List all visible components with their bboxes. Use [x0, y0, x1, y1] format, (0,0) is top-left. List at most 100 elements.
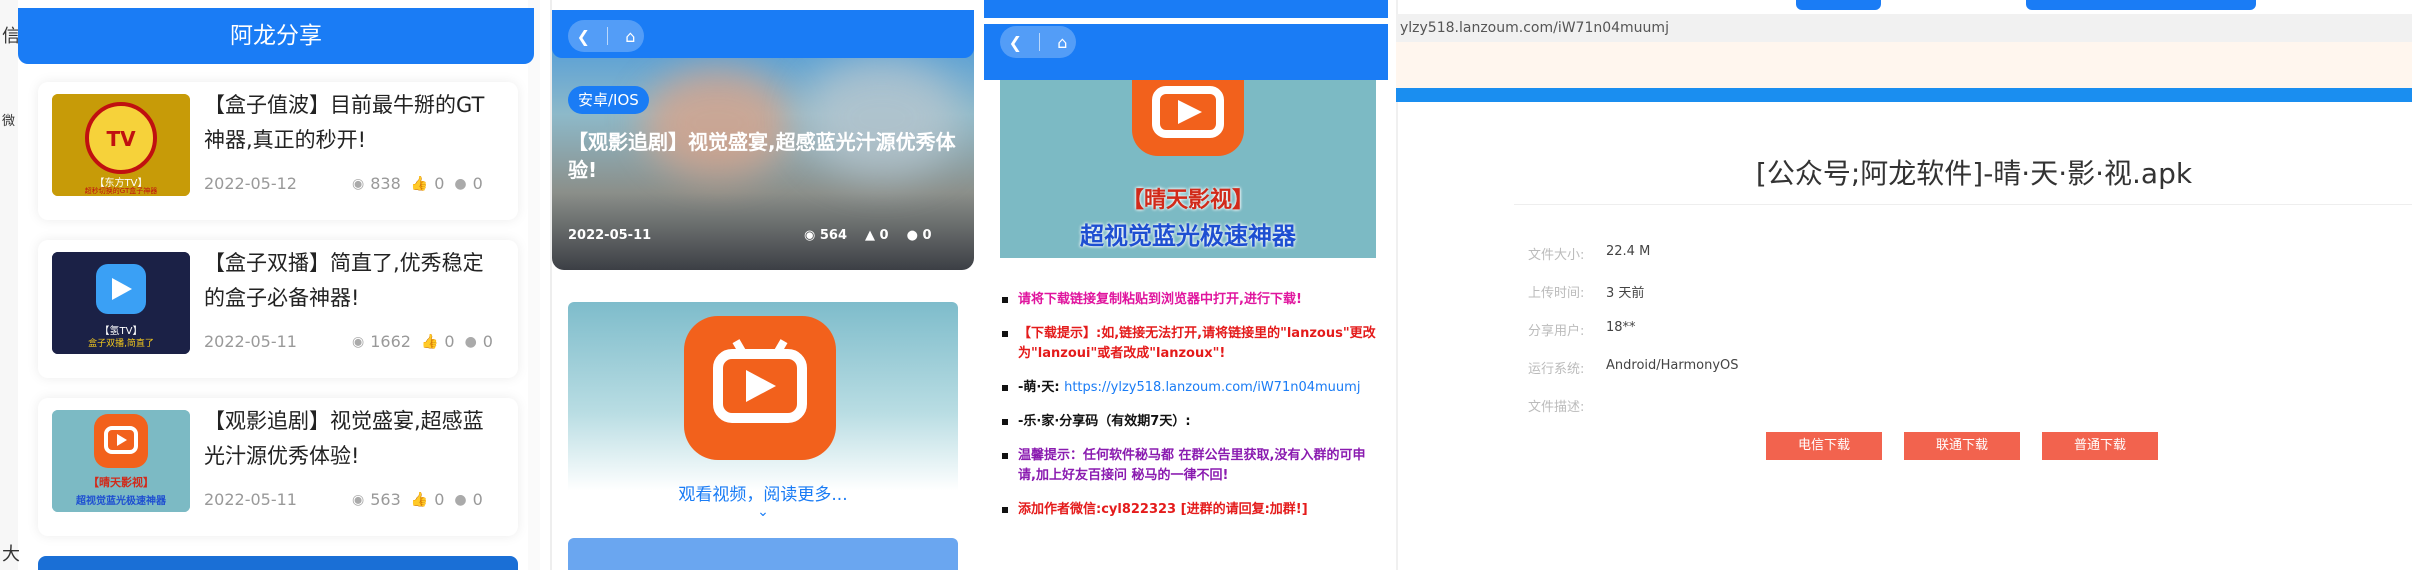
video-preview-box[interactable]: 观看视频，阅读更多... ⌄ [568, 302, 958, 524]
page-header-title: 阿龙分享 [18, 8, 534, 64]
article-date: 2022-05-11 [204, 332, 297, 351]
thumbs-up-icon[interactable]: 👍 [411, 492, 428, 508]
telecom-download-button[interactable]: 电信下载 [1766, 432, 1882, 460]
list-item: 请将下载链接复制粘贴到浏览器中打开,进行下载! [1000, 290, 1380, 310]
thumb-label: 【晴天影视】 [88, 476, 154, 489]
download-link[interactable]: https://ylzy518.lanzoum.com/iW71n04muumj [1064, 380, 1360, 395]
article-detail-panel: 安卓/IOS 【观影追剧】视觉盛宴,超感蓝光汁源优秀体验! 2022-05-11… [550, 0, 978, 570]
article-card[interactable]: TV 【东方TV】 超秒切换的GT盒子神器 【盒子值波】目前最牛掰的GT神器,真… [38, 82, 518, 220]
thumb-sublabel: 超视觉蓝光极速神器 [76, 496, 166, 507]
info-value: 3 天前 [1606, 286, 1645, 301]
left-edge-strip: 信 微 大 [0, 0, 20, 570]
article-date: 2022-05-12 [204, 174, 297, 193]
qingtian-app-icon [684, 316, 836, 460]
comment-icon[interactable]: ● [465, 334, 477, 350]
thumb-label: 【氢TV】 [99, 326, 143, 337]
read-more-link[interactable]: 观看视频，阅读更多... ⌄ [568, 480, 958, 519]
article-stats: ◉ 1662 👍 0 ● 0 [352, 332, 493, 351]
edge-char: 大 [2, 544, 20, 565]
url-text[interactable]: ylzy518.lanzoum.com/iW71n04muumj [1400, 20, 1669, 36]
top-nav-bar: ❮ ⌂ [984, 0, 1388, 80]
article-date: 2022-05-11 [568, 228, 652, 243]
info-value: 18** [1606, 320, 1636, 335]
info-key: 运行系统: [1528, 362, 1585, 377]
thumb-sublabel: 盒子双播,简直了 [88, 339, 154, 349]
info-key: 文件描述: [1528, 400, 1585, 415]
next-card-edge [38, 556, 518, 570]
list-item: 【下载提示】:如,链接无法打开,请将链接里的"lanzous"更改为"lanzo… [1000, 324, 1380, 364]
comment-icon[interactable]: ● [907, 228, 923, 243]
view-count: 564 [819, 228, 848, 243]
comment-count: 0 [472, 174, 483, 193]
back-arrow-icon[interactable]: ❮ [1009, 33, 1022, 52]
info-row: 文件描述: [1528, 396, 1739, 434]
banner-caption-subtitle: 超视觉蓝光极速神器 [1080, 222, 1296, 250]
thumbs-up-icon[interactable]: 👍 [421, 334, 438, 350]
edge-char: 微 [2, 114, 16, 129]
chevron-down-icon: ⌄ [757, 504, 769, 520]
comment-count: 0 [472, 490, 483, 509]
like-count: 0 [434, 174, 445, 193]
article-thumbnail: 【氢TV】 盒子双播,简直了 [52, 252, 190, 354]
article-thumbnail: 【晴天影视】 超视觉蓝光极速神器 [52, 410, 190, 512]
info-value: 22.4 M [1606, 244, 1651, 259]
lanzou-download-page: ylzy518.lanzoum.com/iW71n04muumj [公众号;阿龙… [1396, 0, 2416, 570]
thumbs-up-icon[interactable]: 👍 [411, 176, 428, 192]
read-more-label: 观看视频，阅读更多... [678, 485, 848, 505]
qingtian-app-icon [1132, 80, 1244, 156]
normal-download-button[interactable]: 普通下载 [2042, 432, 2158, 460]
file-info-table: 文件大小: 22.4 M 上传时间: 3 天前 分享用户: 18** 运行系统: And… [1528, 244, 1739, 434]
article-stats: ◉ 838 👍 0 ● 0 [352, 174, 483, 193]
article-banner-image: 【晴天影视】 超视觉蓝光极速神器 [1000, 80, 1376, 258]
article-card[interactable]: 【氢TV】 盒子双播,简直了 【盒子双播】简直了,优秀稳定的盒子必备神器! 20… [38, 240, 518, 378]
comment-icon[interactable]: ● [454, 492, 466, 508]
like-count: 0 [434, 490, 445, 509]
comment-icon[interactable]: ● [454, 176, 466, 192]
view-count: 838 [370, 174, 401, 193]
nav-button-group: ❮ ⌂ [568, 20, 644, 52]
download-button-group: 电信下载 联通下载 普通下载 [1766, 432, 2158, 460]
list-item: -乐·家·分享码（有效期7天）: [1000, 412, 1380, 432]
nav-button-group: ❮ ⌂ [1000, 26, 1076, 58]
article-title[interactable]: 【盒子值波】目前最牛掰的GT神器,真正的秒开! [204, 88, 504, 158]
eye-icon: ◉ [352, 175, 365, 192]
info-row: 分享用户: 18** [1528, 320, 1739, 358]
info-row: 运行系统: Android/HarmonyOS [1528, 358, 1739, 396]
view-count: 563 [370, 490, 401, 509]
article-thumbnail: TV 【东方TV】 超秒切换的GT盒子神器 [52, 94, 190, 196]
eye-icon: ◉ [352, 333, 365, 350]
top-nav-bar: ❮ ⌂ [552, 10, 974, 58]
svg-text:TV: TV [106, 127, 136, 151]
home-icon[interactable]: ⌂ [1057, 33, 1067, 52]
thumb-sublabel: 超秒切换的GT盒子神器 [84, 187, 158, 195]
article-list-panel: 信 微 大 阿龙分享 TV 【东方TV】 超秒切换的GT盒子神器 【盒子值波】目… [0, 0, 540, 570]
eye-icon: ◉ [352, 491, 365, 508]
home-icon[interactable]: ⌂ [625, 27, 635, 46]
info-key: 上传时间: [1528, 286, 1585, 301]
list-item: -萌·天: https://ylzy518.lanzoum.com/iW71n0… [1000, 378, 1380, 398]
list-item: 添加作者微信:cyl822323 [进群的请回复:加群!] [1000, 500, 1380, 520]
like-count: 0 [879, 228, 889, 243]
info-key: 文件大小: [1528, 248, 1585, 263]
info-row: 文件大小: 22.4 M [1528, 244, 1739, 282]
article-card[interactable]: 【晴天影视】 超视觉蓝光极速神器 【观影追剧】视觉盛宴,超感蓝光汁源优秀体验! … [38, 398, 518, 536]
article-title: 【观影追剧】视觉盛宴,超感蓝光汁源优秀体验! [568, 130, 956, 182]
article-title[interactable]: 【盒子双播】简直了,优秀稳定的盒子必备神器! [204, 246, 504, 316]
article-hero-image: 安卓/IOS 【观影追剧】视觉盛宴,超感蓝光汁源优秀体验! 2022-05-11… [552, 48, 974, 270]
divider [1514, 204, 2412, 205]
category-tag[interactable]: 安卓/IOS [568, 86, 649, 114]
comment-count: 0 [482, 332, 493, 351]
article-content-panel: ❮ ⌂ 【晴天影视】 超视觉蓝光极速神器 请将下载链接复制粘贴到浏览器中打开,进… [982, 0, 1392, 570]
view-count: 1662 [370, 332, 411, 351]
thumbs-up-icon[interactable]: ▲ [865, 228, 880, 243]
header-blue-strip [1396, 88, 2412, 102]
article-title[interactable]: 【观影追剧】视觉盛宴,超感蓝光汁源优秀体验! [204, 404, 504, 474]
file-title: [公众号;阿龙软件]-晴·天·影·视.apk [1755, 157, 2193, 190]
screenshot-root: 信 微 大 阿龙分享 TV 【东方TV】 超秒切换的GT盒子神器 【盒子值波】目… [0, 0, 2416, 570]
back-arrow-icon[interactable]: ❮ [577, 27, 590, 46]
eye-icon: ◉ [804, 228, 820, 243]
unicom-download-button[interactable]: 联通下载 [1904, 432, 2020, 460]
list-item: 温馨提示：任何软件秘马都 在群公告里获取,没有入群的可申请,加上好友百接问 秘马… [1000, 446, 1380, 486]
info-value: Android/HarmonyOS [1606, 358, 1739, 373]
top-blue-tabs [1796, 0, 2316, 16]
